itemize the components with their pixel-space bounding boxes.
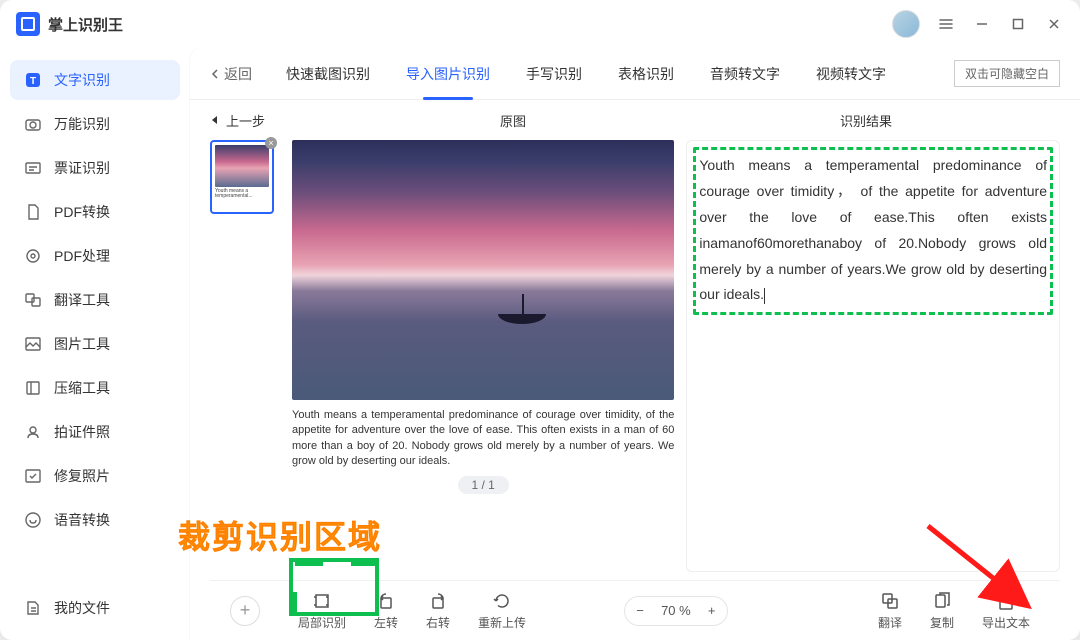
zoom-control: − 70 % + bbox=[624, 596, 728, 626]
result-text[interactable]: Youth means a temperamental predominance… bbox=[699, 153, 1047, 308]
thumbnail-close-icon[interactable]: × bbox=[265, 137, 277, 149]
tab-table-ocr[interactable]: 表格识别 bbox=[604, 48, 688, 100]
zoom-out-button[interactable]: − bbox=[629, 600, 651, 622]
id-photo-icon bbox=[24, 423, 42, 441]
files-icon bbox=[24, 599, 42, 617]
pdf-process-icon bbox=[24, 247, 42, 265]
rotate-right-icon bbox=[428, 591, 448, 611]
sidebar-item-label: 文字识别 bbox=[54, 70, 110, 90]
preview-image bbox=[292, 140, 674, 400]
sidebar-item-universal[interactable]: 万能识别 bbox=[10, 104, 180, 144]
sidebar-item-image-tools[interactable]: 图片工具 bbox=[10, 324, 180, 364]
tab-audio-to-text[interactable]: 音频转文字 bbox=[696, 48, 794, 100]
reupload-icon bbox=[492, 591, 512, 611]
thumbnail-image bbox=[215, 145, 269, 187]
zoom-in-button[interactable]: + bbox=[701, 600, 723, 622]
repair-icon bbox=[24, 467, 42, 485]
add-image-button[interactable]: + bbox=[230, 596, 260, 626]
sidebar-item-label: 图片工具 bbox=[54, 334, 110, 354]
crop-icon bbox=[312, 591, 332, 611]
thumbnail[interactable]: Youth means a temperamental... × bbox=[210, 140, 274, 214]
sidebar-item-label: 万能识别 bbox=[54, 114, 110, 134]
sidebar-item-voice[interactable]: 语音转换 bbox=[10, 500, 180, 540]
sidebar-item-label: 压缩工具 bbox=[54, 378, 110, 398]
translate-button[interactable]: 翻译 bbox=[868, 591, 912, 631]
sidebar-item-label: 修复照片 bbox=[54, 466, 110, 486]
original-image-label: 原图 bbox=[500, 111, 526, 130]
tab-import-image-ocr[interactable]: 导入图片识别 bbox=[392, 48, 504, 100]
sidebar-item-compress[interactable]: 压缩工具 bbox=[10, 368, 180, 408]
compress-icon bbox=[24, 379, 42, 397]
sidebar-item-id-photo[interactable]: 拍证件照 bbox=[10, 412, 180, 452]
sidebar-item-label: PDF处理 bbox=[54, 246, 110, 266]
thumbnail-caption: Youth means a temperamental... bbox=[215, 189, 269, 199]
image-icon bbox=[24, 335, 42, 353]
triangle-left-icon bbox=[210, 115, 220, 125]
copy-button[interactable]: 复制 bbox=[920, 591, 964, 631]
tab-video-to-text[interactable]: 视频转文字 bbox=[802, 48, 900, 100]
tab-handwriting-ocr[interactable]: 手写识别 bbox=[512, 48, 596, 100]
sidebar-item-label: 语音转换 bbox=[54, 510, 110, 530]
rotate-right-button[interactable]: 右转 bbox=[416, 591, 460, 631]
app-logo bbox=[16, 12, 40, 36]
tab-screenshot-ocr[interactable]: 快速截图识别 bbox=[272, 48, 384, 100]
copy-icon bbox=[932, 591, 952, 611]
maximize-button[interactable] bbox=[1008, 14, 1028, 34]
prev-step-button[interactable]: 上一步 bbox=[210, 111, 265, 130]
text-icon: T bbox=[24, 71, 42, 89]
sidebar-item-label: 翻译工具 bbox=[54, 290, 110, 310]
minimize-button[interactable] bbox=[972, 14, 992, 34]
rotate-left-button[interactable]: 左转 bbox=[364, 591, 408, 631]
export-icon bbox=[996, 591, 1016, 611]
sidebar-item-repair[interactable]: 修复照片 bbox=[10, 456, 180, 496]
ticket-icon bbox=[24, 159, 42, 177]
rotate-left-icon bbox=[376, 591, 396, 611]
sidebar-item-label: 票证识别 bbox=[54, 158, 110, 178]
voice-icon bbox=[24, 511, 42, 529]
sidebar-item-translate[interactable]: 翻译工具 bbox=[10, 280, 180, 320]
hint-box[interactable]: 双击可隐藏空白 bbox=[954, 60, 1060, 87]
svg-text:T: T bbox=[30, 76, 36, 87]
sidebar-item-label: 我的文件 bbox=[54, 598, 110, 618]
menu-icon[interactable] bbox=[936, 14, 956, 34]
export-text-button[interactable]: 导出文本 bbox=[972, 591, 1040, 631]
translate-tool-icon bbox=[880, 591, 900, 611]
sidebar: T 文字识别 万能识别 票证识别 PDF转换 PDF处理 翻译工具 bbox=[0, 48, 190, 640]
sidebar-item-pdf-convert[interactable]: PDF转换 bbox=[10, 192, 180, 232]
sidebar-item-label: PDF转换 bbox=[54, 202, 110, 222]
translate-icon bbox=[24, 291, 42, 309]
sidebar-item-text-ocr[interactable]: T 文字识别 bbox=[10, 60, 180, 100]
sidebar-item-ticket[interactable]: 票证识别 bbox=[10, 148, 180, 188]
result-panel[interactable]: Youth means a temperamental predominance… bbox=[686, 140, 1060, 572]
preview-caption: Youth means a temperamental predominance… bbox=[292, 408, 674, 470]
sidebar-item-label: 拍证件照 bbox=[54, 422, 110, 442]
app-title: 掌上识别王 bbox=[48, 14, 123, 35]
sidebar-item-my-files[interactable]: 我的文件 bbox=[10, 588, 180, 628]
back-button[interactable]: 返回 bbox=[210, 64, 252, 84]
zoom-value: 70 % bbox=[655, 603, 697, 618]
crop-recognize-button[interactable]: 局部识别 bbox=[288, 591, 356, 631]
sidebar-item-pdf-process[interactable]: PDF处理 bbox=[10, 236, 180, 276]
camera-icon bbox=[24, 115, 42, 133]
pdf-convert-icon bbox=[24, 203, 42, 221]
pager: 1 / 1 bbox=[458, 476, 509, 494]
chevron-left-icon bbox=[210, 69, 220, 79]
reupload-button[interactable]: 重新上传 bbox=[468, 591, 536, 631]
avatar[interactable] bbox=[892, 10, 920, 38]
close-button[interactable] bbox=[1044, 14, 1064, 34]
result-label: 识别结果 bbox=[840, 111, 892, 130]
